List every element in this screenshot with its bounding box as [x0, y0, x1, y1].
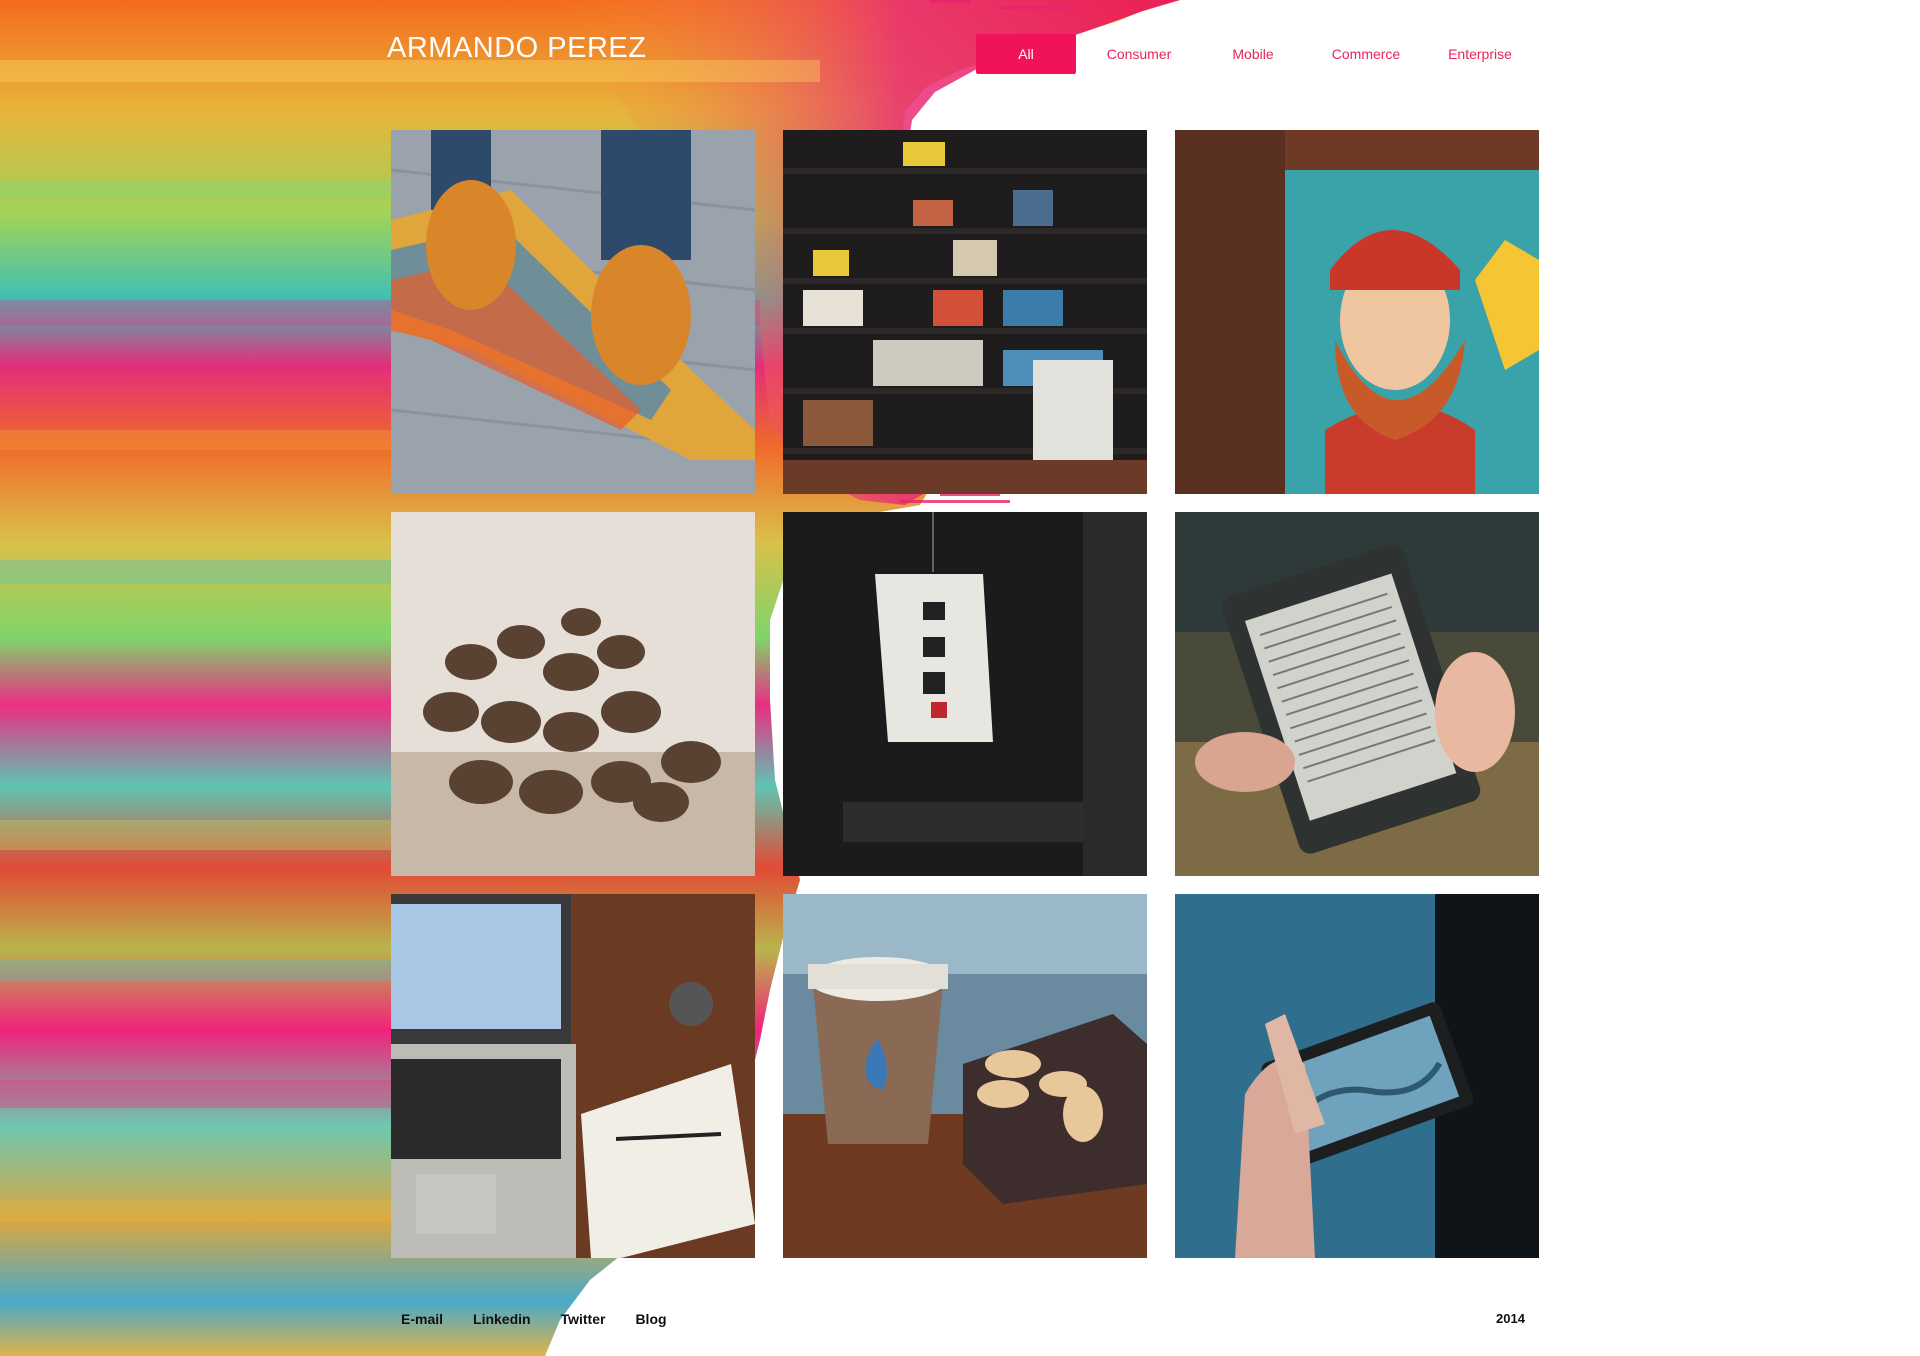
- portfolio-tile-laptop[interactable]: [391, 894, 755, 1258]
- portfolio-tile-skateboard[interactable]: [391, 130, 755, 494]
- portfolio-tile-bookshelf[interactable]: [783, 130, 1147, 494]
- coffee-cup-macarons-image: [783, 894, 1147, 1258]
- footer-link-email[interactable]: E-mail: [401, 1311, 443, 1327]
- filter-tab-commerce[interactable]: Commerce: [1304, 34, 1428, 74]
- portfolio-tile-mural[interactable]: [1175, 130, 1539, 494]
- copyright-year: 2014: [1496, 1311, 1525, 1326]
- portfolio-tile-kindle[interactable]: [1175, 512, 1539, 876]
- portfolio-tile-coffee-cup[interactable]: [783, 894, 1147, 1258]
- filter-tab-consumer[interactable]: Consumer: [1076, 34, 1202, 74]
- filter-tab-mobile[interactable]: Mobile: [1202, 34, 1304, 74]
- paper-lantern-image: [783, 512, 1147, 876]
- filter-tab-enterprise[interactable]: Enterprise: [1428, 34, 1532, 74]
- site-title[interactable]: ARMANDO PEREZ: [387, 32, 646, 65]
- laptop-notebook-image: [391, 894, 755, 1258]
- skateboard-shoes-image: [391, 130, 755, 494]
- kindle-reader-image: [1175, 512, 1539, 876]
- footer-link-blog[interactable]: Blog: [635, 1311, 666, 1327]
- portfolio-tile-phone[interactable]: [1175, 894, 1539, 1258]
- bearded-man-mural-image: [1175, 130, 1539, 494]
- coffee-beans-image: [391, 512, 755, 876]
- portfolio-tile-coffee-beans[interactable]: [391, 512, 755, 876]
- bookshelf-image: [783, 130, 1147, 494]
- filter-nav: All Consumer Mobile Commerce Enterprise: [976, 34, 1532, 74]
- footer-link-linkedin[interactable]: Linkedin: [473, 1311, 531, 1327]
- footer-links: E-mail Linkedin Twitter Blog: [401, 1311, 697, 1327]
- portfolio-tile-lantern[interactable]: [783, 512, 1147, 876]
- filter-tab-all[interactable]: All: [976, 34, 1076, 74]
- phone-photo-image: [1175, 894, 1539, 1258]
- footer-link-twitter[interactable]: Twitter: [561, 1311, 606, 1327]
